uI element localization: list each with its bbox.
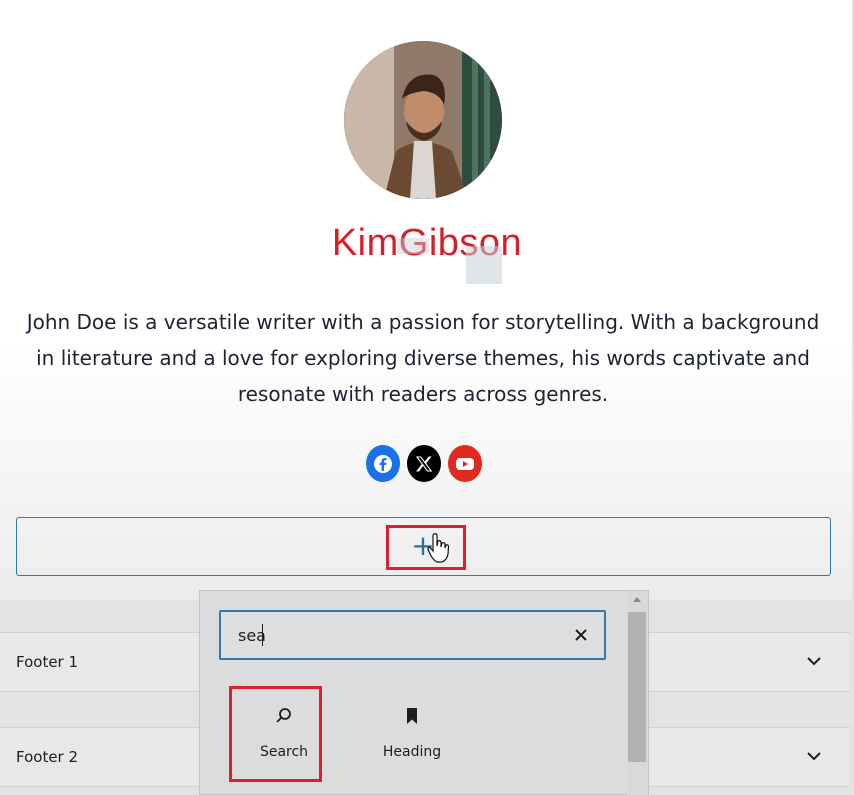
text-selection-overlay-2 xyxy=(466,246,502,284)
hand-cursor-icon xyxy=(427,533,450,563)
footer-2-label: Footer 2 xyxy=(16,748,79,766)
bookmark-icon xyxy=(407,708,417,724)
block-option-label: Search xyxy=(259,744,309,760)
block-search-input[interactable] xyxy=(219,610,606,660)
search-icon xyxy=(276,708,291,723)
chevron-down-icon[interactable] xyxy=(806,750,822,762)
chevron-down-icon[interactable] xyxy=(806,655,822,667)
block-option-heading[interactable]: Heading xyxy=(362,706,462,760)
scroll-up-arrow-icon[interactable] xyxy=(632,595,642,603)
facebook-icon[interactable] xyxy=(366,445,400,482)
avatar[interactable] xyxy=(344,41,502,199)
bio-line: resonate with readers across genres. xyxy=(237,382,609,406)
profile-bio[interactable]: John Doe is a versatile writer with a pa… xyxy=(20,304,826,412)
close-icon[interactable] xyxy=(573,627,589,643)
text-selection-overlay xyxy=(397,238,429,254)
bio-line: John Doe is a versatile writer with a pa… xyxy=(26,310,820,334)
bio-line: in literature and a love for exploring d… xyxy=(36,346,810,370)
block-option-search[interactable]: Search xyxy=(234,706,334,760)
text-caret xyxy=(262,624,263,646)
scrollbar-thumb[interactable] xyxy=(628,612,646,762)
footer-1-label: Footer 1 xyxy=(16,653,79,671)
youtube-icon[interactable] xyxy=(448,445,482,482)
x-icon[interactable] xyxy=(407,445,441,482)
block-option-label: Heading xyxy=(382,744,442,760)
